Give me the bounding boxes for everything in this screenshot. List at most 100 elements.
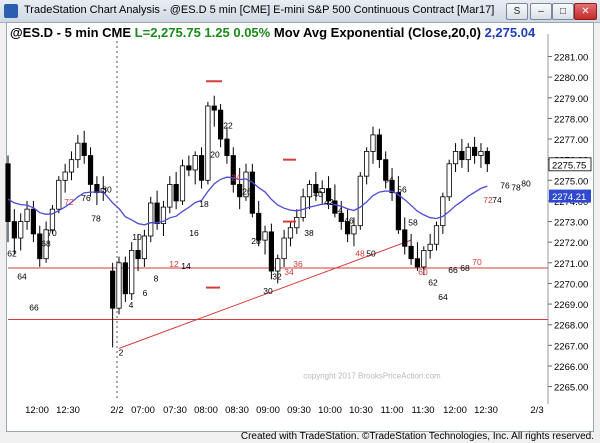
bar-number-label: 68 xyxy=(460,263,470,273)
time-tick-label: 11:00 xyxy=(380,405,403,416)
candle-body xyxy=(465,146,471,161)
candle-body xyxy=(287,227,294,239)
time-tick-label: 07:30 xyxy=(163,405,187,416)
bar-number-label: 44 xyxy=(333,205,343,215)
bar-number-label: 62 xyxy=(7,249,17,259)
bar-number-label: 2 xyxy=(119,348,124,358)
bar-number-label: 26 xyxy=(242,187,252,197)
bar-number-label: 56 xyxy=(397,185,407,195)
bar-number-label: 70 xyxy=(472,257,482,267)
candle-body xyxy=(281,237,287,260)
bar-number-label: 46 xyxy=(344,216,354,226)
candle-body xyxy=(237,184,243,198)
candle-body xyxy=(62,171,68,181)
time-tick-label: 10:00 xyxy=(318,405,342,416)
candle-body xyxy=(268,231,275,272)
bar-number-label: 72 xyxy=(64,197,74,207)
bar-number-label: 18 xyxy=(199,199,209,209)
candle-body xyxy=(81,142,87,156)
candle-body xyxy=(167,184,173,208)
price-tick-label: 2265.00 xyxy=(554,383,588,394)
bar-number-label: 14 xyxy=(181,261,191,271)
candle-body xyxy=(205,105,211,181)
bar-number-label: 24 xyxy=(231,172,241,182)
candle-body xyxy=(484,151,490,165)
candle-body xyxy=(395,192,402,231)
candle-body xyxy=(471,146,478,156)
candle-body xyxy=(459,151,465,161)
candle-body xyxy=(56,179,62,210)
candle-body xyxy=(198,155,205,181)
candle-body xyxy=(148,202,154,237)
bar-number-label: 80 xyxy=(521,178,531,188)
candle-body xyxy=(440,196,446,227)
bar-number-label: 50 xyxy=(366,249,376,259)
candle-body xyxy=(110,270,116,309)
price-tick-label: 2266.00 xyxy=(554,362,588,373)
bar-number-label: 32 xyxy=(272,271,282,281)
bar-number-label: 64 xyxy=(438,292,448,302)
bar-number-label: 20 xyxy=(210,150,220,160)
candle-body xyxy=(141,235,147,260)
time-tick-label: 11:30 xyxy=(411,405,434,416)
candle-body xyxy=(18,221,24,239)
bar-number-label: 30 xyxy=(263,286,273,296)
bar-number-label: 22 xyxy=(223,121,233,131)
candle-body xyxy=(275,258,281,272)
time-tick-label: 12:30 xyxy=(56,405,80,416)
time-tick-label: 10:30 xyxy=(349,405,373,416)
candle-body xyxy=(351,225,357,235)
price-tick-label: 2280.00 xyxy=(554,73,588,84)
candle-body xyxy=(433,225,440,245)
bar-number-label: 8 xyxy=(154,273,159,283)
bar-number-label: 6 xyxy=(143,288,148,298)
candle-body xyxy=(478,151,484,156)
candle-body xyxy=(427,243,433,251)
candle-body xyxy=(30,208,37,235)
study-value: 2,275.04 xyxy=(484,25,536,40)
time-tick-label: 09:00 xyxy=(256,405,280,416)
symbol-label: @ES.D - 5 min CME xyxy=(10,25,132,40)
candle-body xyxy=(186,165,192,171)
candle-body xyxy=(364,151,370,177)
candle-body xyxy=(408,245,414,260)
bar-number-label: 80 xyxy=(102,185,112,195)
candle-body xyxy=(376,134,382,161)
bar-number-label: 54 xyxy=(384,174,394,184)
bar-number-label: 4 xyxy=(129,300,134,310)
time-tick-label: 12:00 xyxy=(443,405,467,416)
bar-number-label: 60 xyxy=(418,267,428,277)
candle-body xyxy=(370,134,376,152)
candle-body xyxy=(262,231,268,241)
candle-body xyxy=(75,142,81,161)
bar-number-label: 70 xyxy=(47,228,57,238)
price-chart[interactable]: 2265.00 2266.00 2267.00 2268.00 2269.00 2270.… xyxy=(0,0,600,443)
price-change: 1.25 xyxy=(204,25,230,40)
candle-body xyxy=(179,165,186,202)
time-tick-label: 08:00 xyxy=(194,405,218,416)
bar-number-label: 28 xyxy=(251,236,261,246)
bar-number-label: 68 xyxy=(41,238,51,248)
study-name: Mov Avg Exponential (Close,20,0) xyxy=(273,25,481,40)
current-price-tag-label: 2275.75 xyxy=(552,160,586,171)
candle-body xyxy=(154,202,160,225)
bar-number-label: 16 xyxy=(189,228,199,238)
bar-number-label: 10 xyxy=(132,232,142,242)
price-tick-label: 2275.00 xyxy=(554,176,588,187)
chart-window: TradeStation Chart Analysis - @ES.D 5 mi… xyxy=(0,0,600,443)
candle-body xyxy=(116,262,122,309)
candle-body xyxy=(402,229,408,247)
candle-body xyxy=(211,105,217,111)
ema-price-tag-label: 2274.21 xyxy=(552,192,586,203)
candle-body xyxy=(414,258,421,268)
bar-number-label: 78 xyxy=(91,214,101,224)
candle-body xyxy=(421,250,427,268)
price-tick-label: 2267.00 xyxy=(554,341,588,352)
price-tick-label: 2270.00 xyxy=(554,279,588,290)
bar-number-label: 48 xyxy=(355,249,365,259)
time-tick-label: 12:30 xyxy=(474,405,498,416)
bar-number-label: 66 xyxy=(448,265,458,275)
price-tick-label: 2281.00 xyxy=(554,53,588,64)
candle-body xyxy=(24,208,30,222)
candle-body xyxy=(294,217,300,229)
